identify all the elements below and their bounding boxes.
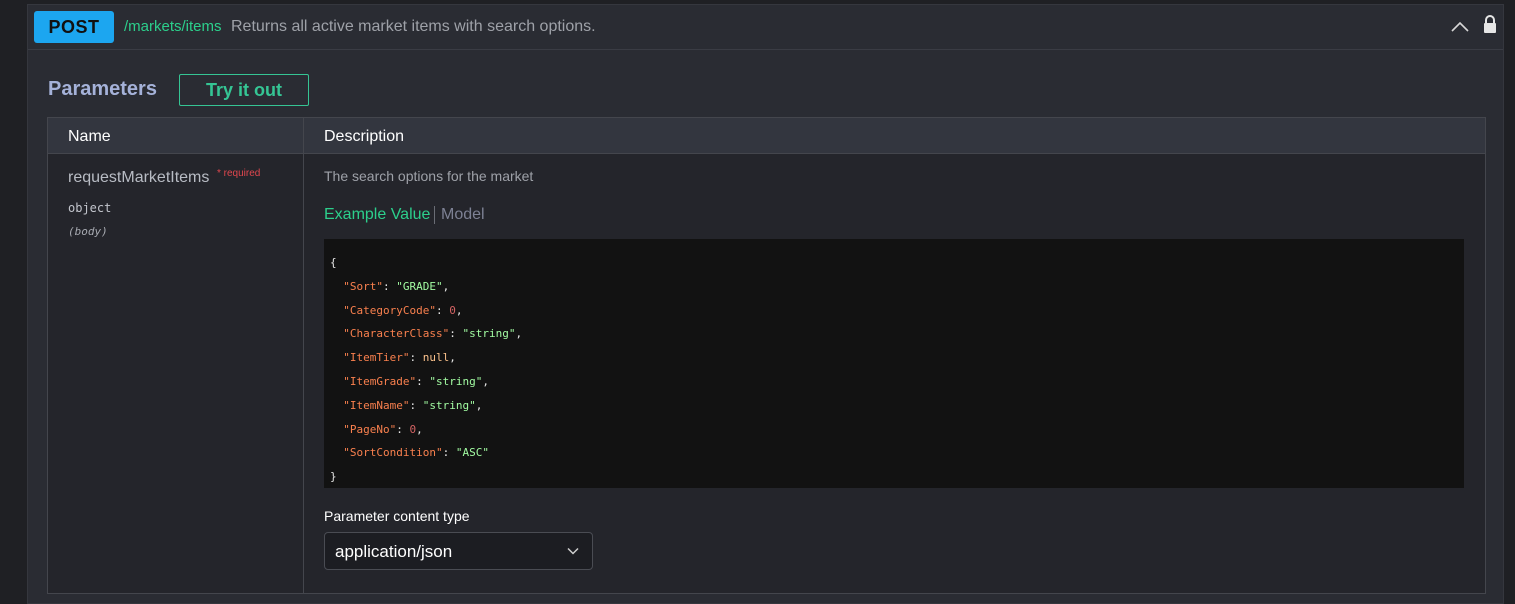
operation-block: POST /markets/items Returns all active m… — [27, 4, 1504, 604]
parameter-description: The search options for the market — [324, 168, 534, 184]
parameter-location: (body) — [68, 225, 108, 238]
code-key: "Sort" — [343, 279, 383, 293]
try-it-out-button[interactable]: Try it out — [179, 74, 309, 106]
method-badge: POST — [34, 11, 114, 43]
code-key: "ItemGrade" — [343, 374, 417, 388]
operation-summary[interactable]: POST /markets/items Returns all active m… — [28, 5, 1503, 50]
column-header-name: Name — [68, 128, 111, 145]
code-line: } — [330, 470, 337, 484]
column-header-description: Description — [324, 128, 405, 145]
code-line: "ItemTier": null, — [343, 351, 456, 365]
code-key: "SortCondition" — [343, 446, 443, 460]
code-value: "GRADE" — [396, 279, 443, 293]
code-key: "PageNo" — [343, 422, 397, 436]
chevron-up-icon[interactable] — [1450, 19, 1470, 35]
column-divider — [303, 118, 304, 593]
required-badge: * required — [217, 168, 261, 179]
code-value: 0 — [449, 303, 456, 317]
code-value: "string" — [422, 398, 476, 412]
code-line: { — [330, 256, 337, 269]
code-key: "CategoryCode" — [343, 303, 436, 317]
operation-path: /markets/items — [124, 18, 222, 35]
code-line: "ItemGrade": "string", — [343, 374, 489, 388]
code-line: "PageNo": 0, — [343, 422, 423, 436]
code-line: "Sort": "GRADE", — [343, 279, 450, 293]
tab-example-value[interactable]: Example Value — [324, 206, 430, 224]
tab-model[interactable]: Model — [441, 206, 485, 224]
content-type-select[interactable]: application/json — [324, 532, 593, 570]
code-line: "CharacterClass": "string", — [343, 327, 523, 341]
code-key: "ItemName" — [343, 398, 410, 412]
code-value: "string" — [462, 327, 516, 341]
content-type-value: application/json — [335, 542, 453, 561]
code-value: null — [422, 351, 450, 365]
parameter-type: object — [68, 201, 112, 215]
chevron-down-icon — [567, 547, 579, 555]
example-value-code[interactable]: { "Sort": "GRADE", "CategoryCode": 0, "C… — [324, 239, 1464, 488]
content-type-label: Parameter content type — [324, 508, 470, 524]
code-value: "ASC" — [455, 446, 489, 460]
operation-summary-text: Returns all active market items with sea… — [231, 18, 596, 35]
code-value: 0 — [409, 422, 417, 436]
code-value: "string" — [429, 374, 483, 388]
parameters-table: Name Description requestMarketItems * re… — [47, 117, 1486, 594]
table-header: Name Description — [48, 118, 1485, 154]
lock-icon[interactable] — [1482, 14, 1498, 34]
parameter-name: requestMarketItems — [68, 169, 210, 186]
code-line: "SortCondition": "ASC" — [343, 446, 489, 460]
code-line: "CategoryCode": 0, — [343, 303, 463, 317]
code-key: "CharacterClass" — [343, 327, 450, 341]
parameters-heading: Parameters — [48, 78, 157, 100]
tab-separator — [434, 206, 435, 224]
code-key: "ItemTier" — [343, 351, 410, 365]
code-line: "ItemName": "string", — [343, 398, 483, 412]
